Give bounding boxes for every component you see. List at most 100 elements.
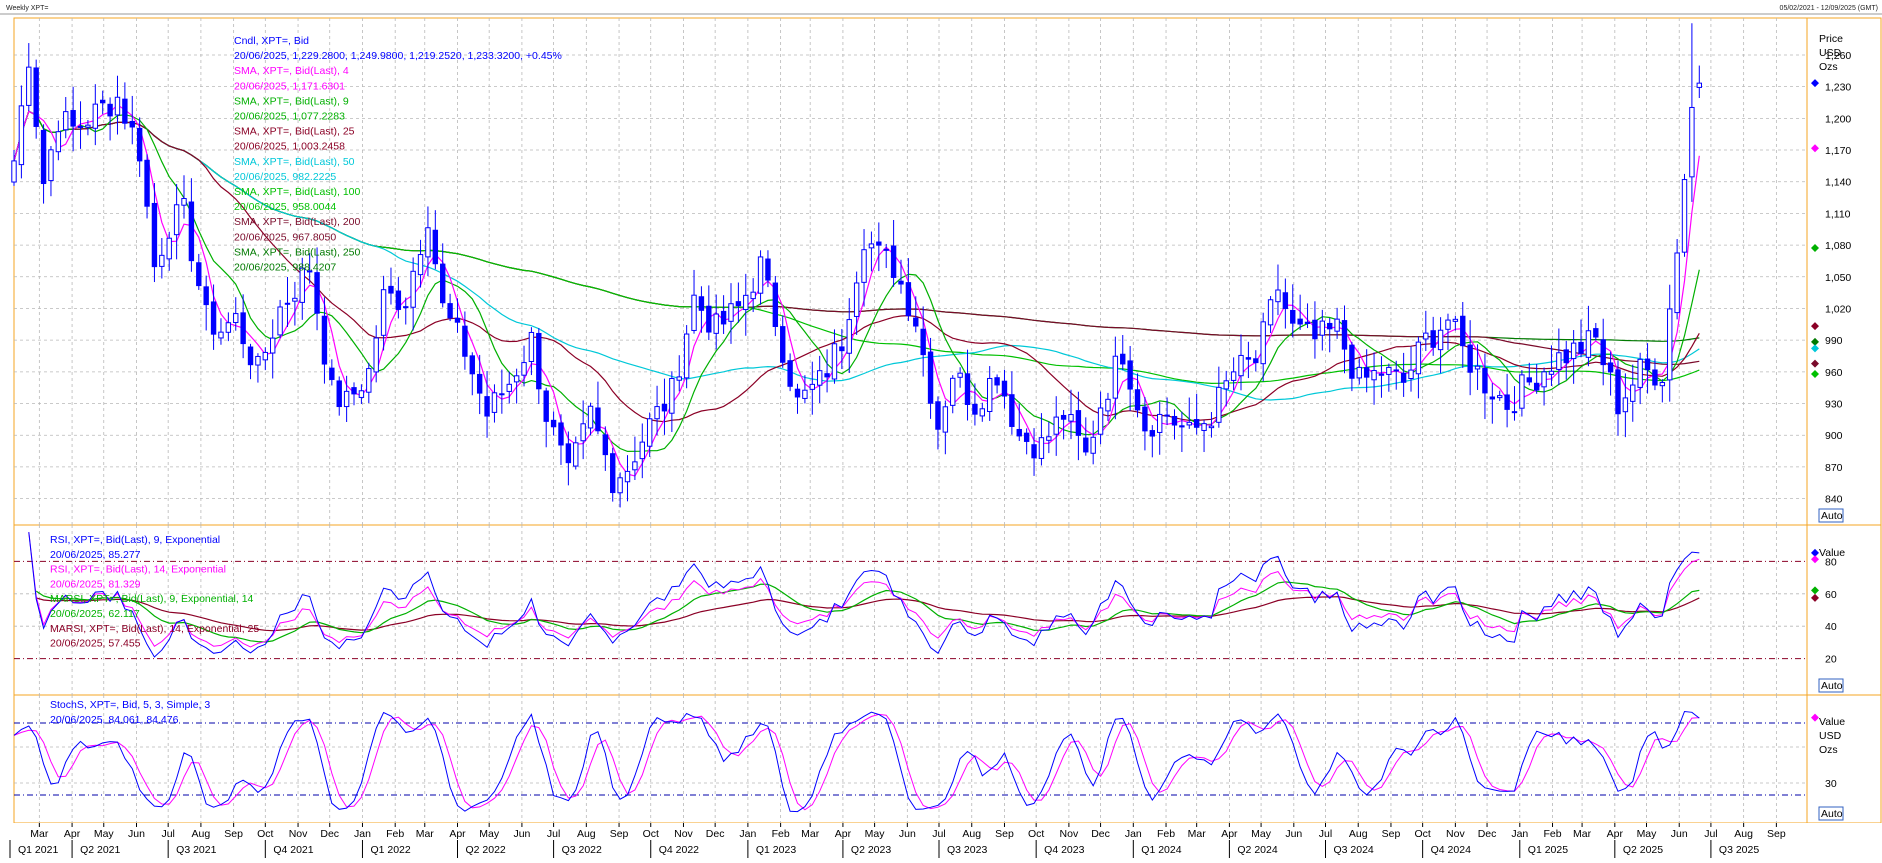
candle-body: [151, 202, 158, 268]
month-label: Mar: [30, 828, 49, 840]
main-legend-line: SMA, XPT=, Bid(Last), 100: [234, 186, 361, 198]
candle-body: [1245, 357, 1252, 360]
candle-body: [284, 302, 291, 305]
candle-body: [846, 319, 852, 354]
rsi-legend-line: 20/06/2025, 81.329: [50, 578, 141, 590]
month-label: Sep: [995, 828, 1014, 840]
candle-body: [388, 285, 394, 294]
month-label: Aug: [1734, 828, 1753, 840]
quarter-label: Q4 2021: [273, 844, 313, 856]
auto-scale-label-rsi: Auto: [1821, 680, 1843, 692]
candle-body: [1430, 330, 1436, 348]
month-label: May: [1251, 828, 1272, 840]
candle-body: [18, 105, 25, 166]
month-label: Jun: [128, 828, 145, 840]
candle-body: [1511, 411, 1518, 414]
candle-body: [1275, 289, 1281, 303]
price-tick-label: 930: [1825, 399, 1843, 411]
candle-body: [181, 198, 187, 206]
candle-body: [1600, 339, 1606, 366]
candle-body: [77, 125, 84, 128]
auto-scale-label-price: Auto: [1821, 510, 1843, 522]
candle-body: [1533, 382, 1540, 391]
month-label: Jan: [739, 828, 756, 840]
month-label: Nov: [289, 828, 308, 840]
month-label: Jul: [932, 828, 945, 840]
candle-body: [351, 387, 357, 395]
candle-body: [1230, 371, 1237, 381]
price-axis-header: Ozs: [1819, 61, 1838, 73]
month-label: Sep: [1767, 828, 1786, 840]
candle-body: [1541, 371, 1547, 388]
candle-body: [713, 313, 719, 334]
candle-body: [743, 294, 749, 311]
price-tick-label: 1,080: [1825, 240, 1851, 252]
candle-body: [11, 160, 17, 183]
candle-body: [1297, 318, 1303, 325]
candle-body: [691, 294, 697, 331]
month-label: Sep: [224, 828, 243, 840]
candle-body: [403, 306, 409, 309]
month-label: Sep: [610, 828, 629, 840]
candle-body: [1149, 430, 1156, 437]
candle-body: [1563, 349, 1569, 364]
month-label: Aug: [962, 828, 981, 840]
candle-body: [1445, 319, 1451, 330]
candle-body: [469, 355, 475, 375]
stoch-legend-line: StochS, XPT=, Bid, 5, 3, Simple, 3: [50, 699, 210, 711]
candle-body: [1667, 308, 1673, 381]
candle-body: [720, 310, 727, 325]
month-label: Jan: [1511, 828, 1528, 840]
quarter-label: Q4 2022: [659, 844, 699, 856]
month-label: Oct: [1414, 828, 1430, 840]
candle-body: [432, 229, 439, 265]
candle-body: [1038, 437, 1045, 459]
quarter-label: Q3 2024: [1333, 844, 1373, 856]
candle-body: [262, 351, 269, 361]
price-tick-label: 1,020: [1825, 303, 1851, 315]
month-label: Aug: [1349, 828, 1368, 840]
candle-body: [314, 272, 320, 314]
candle-body: [1327, 322, 1333, 330]
candle-body: [772, 282, 779, 327]
candle-body: [99, 99, 106, 104]
stoch-tick-label: 30: [1825, 778, 1837, 790]
rsi-legend-line: 20/06/2025, 62.117: [50, 608, 140, 620]
month-label: Nov: [1060, 828, 1079, 840]
candle-body: [521, 362, 527, 376]
candle-body: [957, 372, 963, 378]
candle-body: [580, 423, 586, 442]
candle-body: [440, 263, 446, 304]
candle-body: [210, 301, 217, 335]
quarter-label: Q4 2023: [1044, 844, 1084, 856]
quarter-label: Q1 2023: [756, 844, 796, 856]
rsi-tick-label: 20: [1825, 654, 1837, 666]
price-tick-label: 1,170: [1825, 145, 1851, 157]
month-label: Apr: [1221, 828, 1238, 840]
quarter-label: Q1 2022: [370, 844, 410, 856]
candle-body: [48, 149, 54, 182]
month-label: Jan: [354, 828, 371, 840]
month-label: Nov: [1446, 828, 1465, 840]
stoch-legend-line: 20/06/2025, 84.061, 84.476: [50, 714, 179, 726]
candle-body: [114, 96, 121, 116]
candle-body: [240, 312, 246, 345]
main-legend-line: Cndl, XPT=, Bid: [234, 35, 309, 47]
rsi-axis-header: Value: [1819, 547, 1845, 559]
marsi-9-line: [35, 581, 1700, 643]
candle-body: [1452, 318, 1459, 322]
candle-body: [203, 286, 209, 306]
price-value-marker: [1811, 369, 1819, 378]
candle-body: [661, 403, 668, 412]
candle-body: [1681, 179, 1688, 253]
quarter-label: Q1 2024: [1141, 844, 1181, 856]
candle-body: [1378, 373, 1385, 376]
candle-body: [188, 201, 195, 262]
price-value-marker: [1811, 144, 1819, 153]
month-label: Jul: [161, 828, 174, 840]
candle-body: [1526, 377, 1532, 383]
candle-body: [1689, 106, 1695, 178]
candle-body: [1504, 394, 1510, 410]
price-value-marker: [1811, 359, 1819, 368]
candle-body: [831, 343, 838, 380]
